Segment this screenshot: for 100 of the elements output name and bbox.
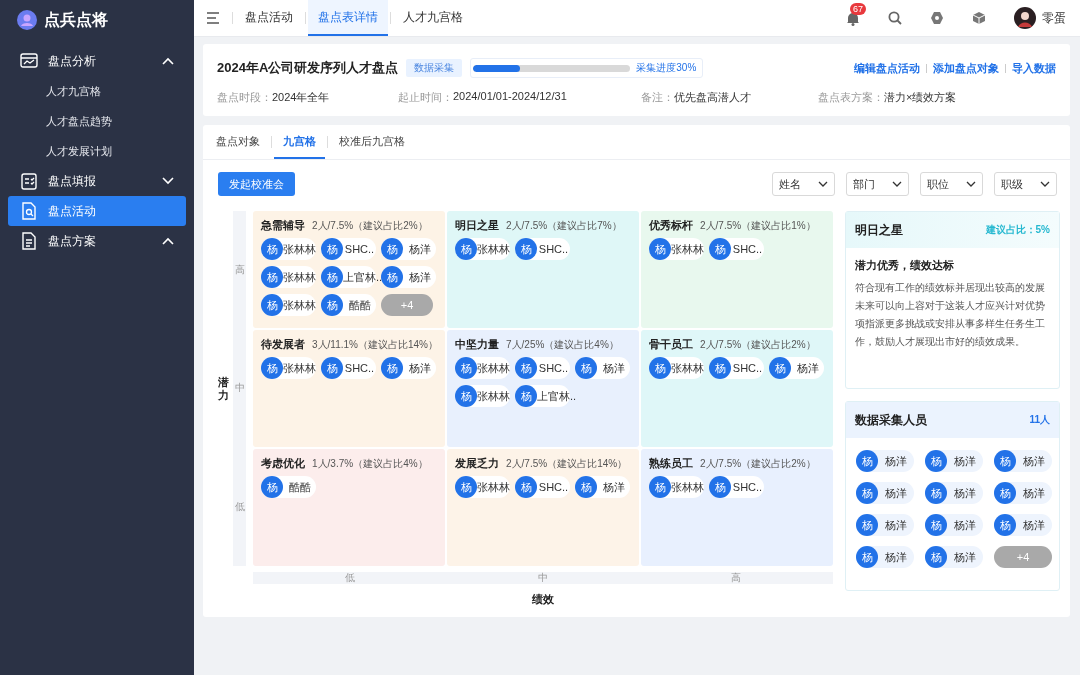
sidebar-item[interactable]: 盘点填报 xyxy=(8,166,186,196)
member-chip[interactable]: 杨 SHC.. xyxy=(515,476,570,498)
filter-dropdown[interactable]: 姓名 xyxy=(772,172,835,196)
member-chip[interactable]: 杨 杨洋 xyxy=(381,238,436,260)
sidebar-subitem[interactable]: 人才九宫格 xyxy=(8,76,186,106)
meta-label: 备注： xyxy=(641,90,674,105)
member-name: 杨洋 xyxy=(884,453,908,469)
avatar-initial: 杨 xyxy=(381,238,403,260)
member-chip[interactable]: 杨 张林林 xyxy=(261,266,316,288)
member-chip[interactable]: 杨 SHC.. xyxy=(709,238,764,260)
member-chip[interactable]: 杨 杨洋 xyxy=(381,266,436,288)
filter-dropdown[interactable]: 职级 xyxy=(994,172,1057,196)
meta-label: 盘点时段： xyxy=(217,90,272,105)
member-name: 酷酷 xyxy=(347,297,372,313)
member-chip[interactable]: 杨 杨洋 xyxy=(575,476,630,498)
start-calibration-button[interactable]: 发起校准会 xyxy=(218,172,295,196)
member-chip[interactable]: 杨 SHC.. xyxy=(321,238,376,260)
member-chip[interactable]: 杨 杨洋 xyxy=(856,546,914,568)
member-chip[interactable]: 杨 杨洋 xyxy=(925,450,983,472)
member-name: 张林林 xyxy=(671,360,704,376)
filter-dropdown[interactable]: 部门 xyxy=(846,172,909,196)
member-chip[interactable]: 杨 杨洋 xyxy=(575,357,630,379)
member-chip[interactable]: 杨 SHC.. xyxy=(709,476,764,498)
sidebar-item[interactable]: 盘点活动 xyxy=(8,196,186,226)
avatar-initial: 杨 xyxy=(575,476,597,498)
avatar-initial: 杨 xyxy=(925,514,947,536)
sidebar-item[interactable]: 盘点方案 xyxy=(8,226,186,256)
cell-title: 熟练员工 xyxy=(649,456,693,471)
avatar-icon[interactable] xyxy=(1014,7,1036,29)
member-chip[interactable]: 杨 杨洋 xyxy=(856,514,914,536)
member-chip[interactable]: 杨 张林林 xyxy=(649,476,704,498)
menu-icon[interactable] xyxy=(206,12,220,24)
ratio-label: 建议占比：5% xyxy=(985,223,1050,237)
cell-title: 急需辅导 xyxy=(261,218,305,233)
page-tab[interactable]: 盘点表详情 xyxy=(308,0,388,36)
member-name: 杨洋 xyxy=(953,453,977,469)
member-chip[interactable]: 杨 SHC.. xyxy=(321,357,376,379)
member-name: 杨洋 xyxy=(953,517,977,533)
axis-tick: 低 xyxy=(344,572,355,583)
search-icon[interactable] xyxy=(888,11,902,25)
cell-stats: 7人/25%（建议占比4%） xyxy=(506,338,619,352)
member-name: 张林林 xyxy=(477,388,510,404)
member-chip[interactable]: 杨 张林林 xyxy=(649,357,704,379)
view-tab[interactable]: 盘点对象 xyxy=(207,125,269,159)
member-chip[interactable]: 杨 酷酷 xyxy=(321,294,376,316)
member-name: SHC.. xyxy=(731,243,764,255)
avatar-initial: 杨 xyxy=(856,450,878,472)
member-chip[interactable]: 杨 张林林 xyxy=(455,238,510,260)
meta-value: 优先盘高潜人才 xyxy=(674,90,751,105)
cell-title: 优秀标杆 xyxy=(649,218,693,233)
cube-icon[interactable] xyxy=(972,11,986,25)
sidebar-subitem[interactable]: 人才发展计划 xyxy=(8,136,186,166)
sidebar-subitem[interactable]: 人才盘点趋势 xyxy=(8,106,186,136)
avatar-initial: 杨 xyxy=(856,482,878,504)
meta-label: 起止时间： xyxy=(398,90,453,105)
view-tab[interactable]: 校准后九宫格 xyxy=(330,125,414,159)
page-tab[interactable]: 人才九宫格 xyxy=(393,0,473,36)
member-chip[interactable]: 杨 张林林 xyxy=(455,476,510,498)
avatar-initial: 杨 xyxy=(321,238,343,260)
member-name: 杨洋 xyxy=(953,549,977,565)
axis-title: 潜力 xyxy=(218,376,229,401)
member-chip[interactable]: 杨 SHC.. xyxy=(515,357,570,379)
member-chip[interactable]: 杨 张林林 xyxy=(455,385,510,407)
member-name: 酷酷 xyxy=(287,479,312,495)
avatar-initial: 杨 xyxy=(381,266,403,288)
member-chip[interactable]: 杨 SHC.. xyxy=(709,357,764,379)
member-chip[interactable]: 杨 杨洋 xyxy=(925,482,983,504)
action-link[interactable]: 编辑盘点活动 xyxy=(854,60,920,76)
member-chip[interactable]: 杨 杨洋 xyxy=(769,357,824,379)
meta-value: 潜力×绩效方案 xyxy=(884,90,957,105)
member-chip[interactable]: 杨 杨洋 xyxy=(925,514,983,536)
member-chip[interactable]: 杨 酷酷 xyxy=(261,476,316,498)
action-link[interactable]: 添加盘点对象 xyxy=(933,60,999,76)
member-chip[interactable]: 杨 张林林 xyxy=(261,357,316,379)
view-tab[interactable]: 九宫格 xyxy=(274,125,325,159)
logo-icon xyxy=(16,9,38,31)
member-chip[interactable]: 杨 SHC.. xyxy=(515,238,570,260)
member-chip[interactable]: 杨 杨洋 xyxy=(381,357,436,379)
axis-tick: 低 xyxy=(234,499,245,514)
member-chip[interactable]: 杨 杨洋 xyxy=(994,450,1052,472)
member-chip[interactable]: 杨 杨洋 xyxy=(856,450,914,472)
action-link[interactable]: 导入数据 xyxy=(1012,60,1056,76)
member-chip[interactable]: 杨 张林林 xyxy=(261,238,316,260)
avatar-initial: 杨 xyxy=(321,294,343,316)
cell-stats: 3人/11.1%（建议占比14%） xyxy=(312,338,438,352)
sidebar-item[interactable]: 盘点分析 xyxy=(8,46,186,76)
settings-icon[interactable] xyxy=(930,11,944,25)
cell-title: 明日之星 xyxy=(455,218,499,233)
document-search-icon xyxy=(20,202,38,220)
member-name: SHC.. xyxy=(537,243,570,255)
member-chip[interactable]: 杨 杨洋 xyxy=(994,514,1052,536)
axis-tick: 中 xyxy=(234,381,245,396)
member-chip[interactable]: 杨 杨洋 xyxy=(856,482,914,504)
member-chip[interactable]: 杨 张林林 xyxy=(649,238,704,260)
filter-dropdown[interactable]: 职位 xyxy=(920,172,983,196)
member-chip[interactable]: 杨 杨洋 xyxy=(994,482,1052,504)
page-tab[interactable]: 盘点活动 xyxy=(235,0,303,36)
member-chip[interactable]: 杨 张林林 xyxy=(261,294,316,316)
member-chip[interactable]: 杨 张林林 xyxy=(455,357,510,379)
member-chip[interactable]: 杨 杨洋 xyxy=(925,546,983,568)
